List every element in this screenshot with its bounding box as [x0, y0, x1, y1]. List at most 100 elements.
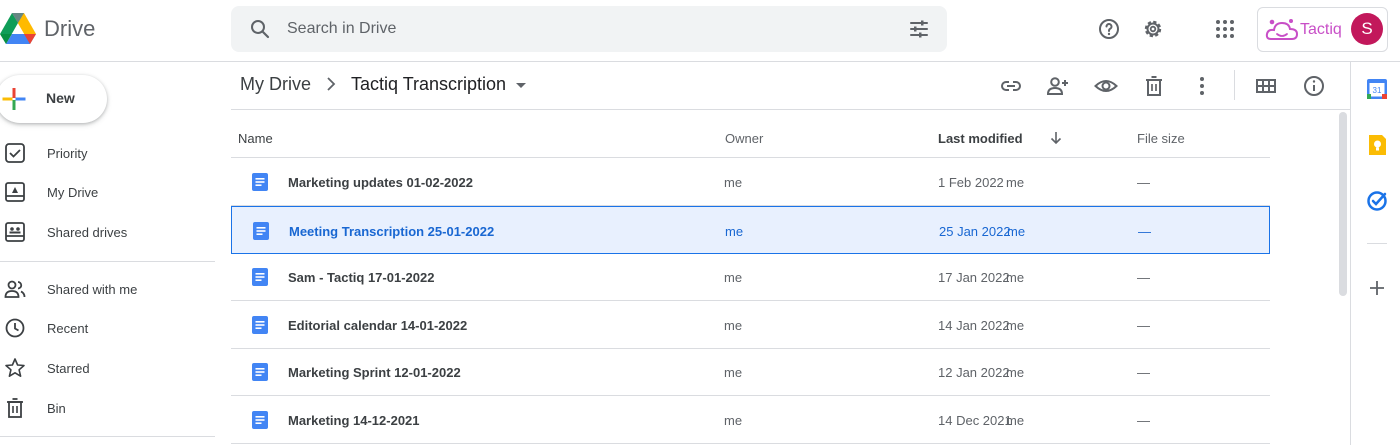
sidebar-item-label: Bin: [47, 401, 66, 416]
side-panel: 31: [1350, 62, 1400, 445]
sidebar-item-priority[interactable]: Priority: [0, 136, 215, 172]
sidebar-item-recent[interactable]: Recent: [0, 311, 215, 347]
clock-icon: [5, 318, 25, 338]
info-icon[interactable]: [1302, 74, 1326, 98]
calendar-icon[interactable]: 31: [1366, 78, 1388, 100]
column-header-file-size[interactable]: File size: [1137, 131, 1185, 146]
shared-drives-icon: [5, 222, 25, 242]
file-modified-date: 14 Dec 2021: [938, 412, 1012, 428]
sidebar-item-label: My Drive: [47, 185, 99, 200]
table-row[interactable]: Marketing Sprint 12-01-2022 me 12 Jan 2022…: [231, 348, 1270, 396]
help-icon[interactable]: [1097, 17, 1121, 41]
settings-icon[interactable]: [1141, 17, 1165, 41]
my-drive-icon: [5, 182, 25, 202]
table-row[interactable]: Sam - Tactiq 17-01-2022 me 17 Jan 2022 me —: [231, 253, 1270, 301]
drive-logo-icon[interactable]: [0, 13, 36, 45]
google-doc-icon: [252, 173, 268, 191]
file-modified-by: me: [1006, 317, 1025, 333]
search-options-icon[interactable]: [907, 17, 931, 41]
side-panel-divider: [1367, 243, 1387, 244]
file-modified-by: me: [1006, 412, 1025, 428]
tactiq-label: Tactiq: [1300, 21, 1342, 38]
file-modified-date: 25 Jan 2022: [939, 223, 1011, 239]
file-name: Marketing 14-12-2021: [288, 412, 420, 428]
column-header-owner[interactable]: Owner: [725, 131, 763, 146]
breadcrumb-current-folder[interactable]: Tactiq Transcription: [351, 74, 506, 95]
priority-check-icon: [5, 143, 25, 163]
link-icon[interactable]: [999, 74, 1023, 98]
file-size: —: [1137, 317, 1150, 333]
sidebar-item-starred[interactable]: Starred: [0, 351, 215, 387]
search-bar[interactable]: [231, 6, 947, 52]
table-row[interactable]: Marketing 14-12-2021 me 14 Dec 2021 me —: [231, 396, 1270, 444]
search-icon[interactable]: [248, 17, 272, 41]
caret-down-icon[interactable]: [515, 80, 527, 92]
scrollbar[interactable]: [1336, 110, 1350, 445]
file-name: Marketing updates 01-02-2022: [288, 175, 473, 190]
grid-view-icon[interactable]: [1254, 74, 1278, 98]
star-icon: [5, 358, 25, 377]
table-row-selected[interactable]: Meeting Transcription 25-01-2022 me 25 Jan…: [231, 205, 1270, 254]
account-avatar[interactable]: S: [1351, 13, 1383, 45]
google-doc-icon: [253, 221, 269, 240]
file-modified-date: 17 Jan 2022: [938, 270, 1010, 285]
file-modified-by: me: [1006, 365, 1025, 380]
trash-icon[interactable]: [1142, 74, 1166, 98]
app-name[interactable]: Drive: [44, 16, 95, 42]
google-doc-icon: [252, 410, 268, 429]
file-modified-by: me: [1007, 223, 1026, 239]
search-input[interactable]: [287, 6, 887, 52]
file-modified-date: 1 Feb 2022: [938, 175, 1004, 190]
google-doc-icon: [252, 268, 268, 286]
more-vert-icon[interactable]: [1190, 74, 1214, 98]
preview-eye-icon[interactable]: [1094, 74, 1118, 98]
add-person-icon[interactable]: [1046, 74, 1070, 98]
file-owner: me: [724, 175, 743, 190]
table-row[interactable]: Marketing updates 01-02-2022 me 1 Feb 2022…: [231, 158, 1270, 206]
file-owner: me: [724, 270, 743, 285]
sort-descending-icon[interactable]: [1048, 130, 1064, 146]
apps-grid-icon[interactable]: [1213, 17, 1237, 41]
file-owner: me: [724, 412, 743, 428]
column-header-last-modified[interactable]: Last modified: [938, 131, 1023, 146]
scrollbar-thumb[interactable]: [1339, 112, 1347, 296]
sidebar-divider: [0, 261, 215, 262]
new-button[interactable]: New: [0, 75, 107, 123]
file-modified-by: me: [1006, 270, 1025, 285]
sidebar-item-label: Shared drives: [47, 225, 128, 240]
file-size: —: [1137, 270, 1150, 285]
top-header: Drive Search in Drive Tactiq S: [0, 0, 1400, 62]
keep-icon[interactable]: [1366, 134, 1388, 156]
people-icon: [4, 280, 26, 298]
sidebar-item-shared-drives[interactable]: Shared drives: [0, 215, 215, 251]
sidebar-item-shared-with-me[interactable]: Shared with me: [0, 272, 215, 308]
file-size: —: [1137, 412, 1150, 428]
sidebar-item-my-drive[interactable]: My Drive: [0, 175, 215, 211]
sidebar-item-label: Priority: [47, 146, 88, 161]
add-addon-icon[interactable]: [1366, 277, 1388, 299]
file-owner: me: [725, 223, 744, 239]
google-doc-icon: [252, 363, 268, 381]
file-size: —: [1138, 223, 1151, 239]
google-doc-icon: [252, 315, 268, 334]
tasks-icon[interactable]: [1366, 190, 1388, 212]
file-size: —: [1137, 175, 1150, 190]
breadcrumb-my-drive[interactable]: My Drive: [240, 74, 311, 95]
column-header-name[interactable]: Name: [238, 131, 273, 146]
sidebar-item-bin[interactable]: Bin: [0, 391, 215, 427]
file-name: Marketing Sprint 12-01-2022: [288, 365, 461, 380]
file-name: Meeting Transcription 25-01-2022: [289, 223, 495, 239]
sidebar-item-label: Recent: [47, 321, 89, 336]
file-modified-date: 12 Jan 2022: [938, 365, 1010, 380]
chevron-right-icon: [327, 77, 336, 91]
sidebar-divider: [0, 436, 215, 437]
file-owner: me: [724, 317, 743, 333]
table-row[interactable]: Editorial calendar 14-01-2022 me 14 Jan 20…: [231, 301, 1270, 349]
file-modified-by: me: [1006, 175, 1025, 190]
toolbar-divider: [1234, 70, 1235, 100]
breadcrumb-toolbar: My Drive Tactiq Transcription: [231, 62, 1350, 110]
file-size: —: [1137, 365, 1150, 380]
sidebar-item-label: Starred: [47, 361, 90, 376]
colorful-plus-icon: [2, 88, 26, 110]
new-label: New: [46, 90, 75, 106]
